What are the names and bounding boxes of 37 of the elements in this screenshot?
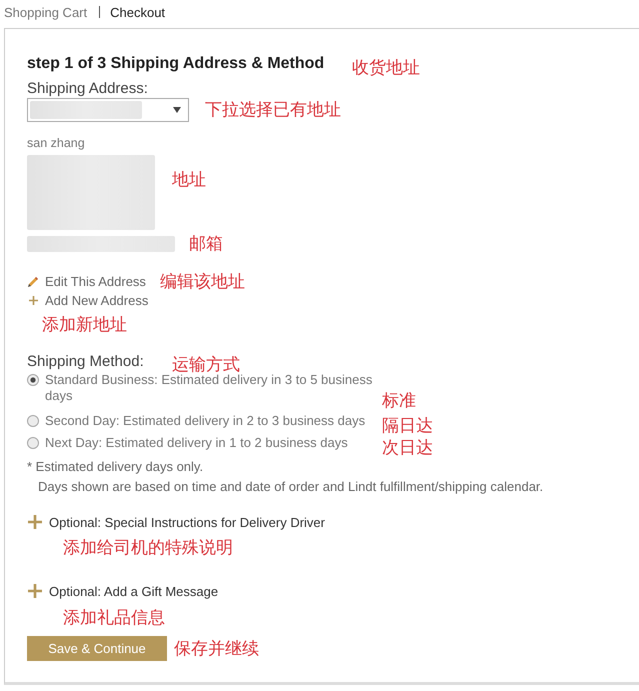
radio-button[interactable]	[27, 374, 39, 386]
annotation-label: 添加给司机的特殊说明	[63, 538, 233, 558]
radio-button[interactable]	[27, 437, 39, 449]
pencil-icon	[27, 276, 39, 288]
annotation-label: 下拉选择已有地址	[205, 100, 341, 120]
radio-button[interactable]	[27, 415, 39, 427]
annotation-label: 收货地址	[352, 58, 420, 78]
field-label: Shipping Address:	[27, 80, 149, 98]
annotation-label: 次日达	[382, 439, 433, 457]
expand-link[interactable]: Optional: Special Instructions for Delivery Driver	[49, 514, 325, 530]
annotation-label: 添加新地址	[42, 315, 127, 335]
plus-icon	[29, 296, 38, 305]
plus-icon	[28, 584, 42, 598]
annotation-label: 编辑该地址	[160, 272, 245, 292]
recipient-name: san zhang	[27, 136, 86, 150]
breadcrumb-link[interactable]: Shopping Cart	[4, 4, 88, 20]
address-link[interactable]: Add New Address	[45, 293, 148, 308]
footnote-text: Days shown are based on time and date of order and Lindt fulfillment/shipping calendar.	[37, 478, 544, 496]
shipping-option-label: Next Day: Estimated delivery in 1 to 2 business days	[45, 435, 349, 451]
annotation-label: 运输方式	[172, 355, 240, 375]
step-heading: step 1 of 3 Shipping Address & Method	[27, 54, 324, 74]
field-label: Shipping Method:	[27, 353, 144, 371]
caret-icon	[173, 107, 181, 113]
annotation-label: 地址	[172, 170, 206, 190]
footnote-text: * Estimated delivery days only.	[27, 458, 204, 476]
annotation-label: 添加礼品信息	[63, 608, 165, 628]
annotation-label: 邮箱	[189, 234, 223, 254]
annotation-label: 隔日达	[382, 417, 433, 435]
annotation-label: 标准	[382, 392, 416, 410]
annotation-label: 保存并继续	[174, 638, 259, 658]
breadcrumb-link[interactable]: Checkout	[110, 4, 166, 20]
shipping-option-label: Standard Business: Estimated delivery in 3 to 5 business days	[45, 372, 374, 404]
address-dropdown[interactable]	[27, 98, 189, 122]
shipping-option-label: Second Day: Estimated delivery in 2 to 3 business days	[45, 413, 366, 429]
plus-icon	[28, 515, 42, 529]
address-link[interactable]: Edit This Address	[45, 274, 146, 289]
expand-link[interactable]: Optional: Add a Gift Message	[49, 584, 218, 598]
